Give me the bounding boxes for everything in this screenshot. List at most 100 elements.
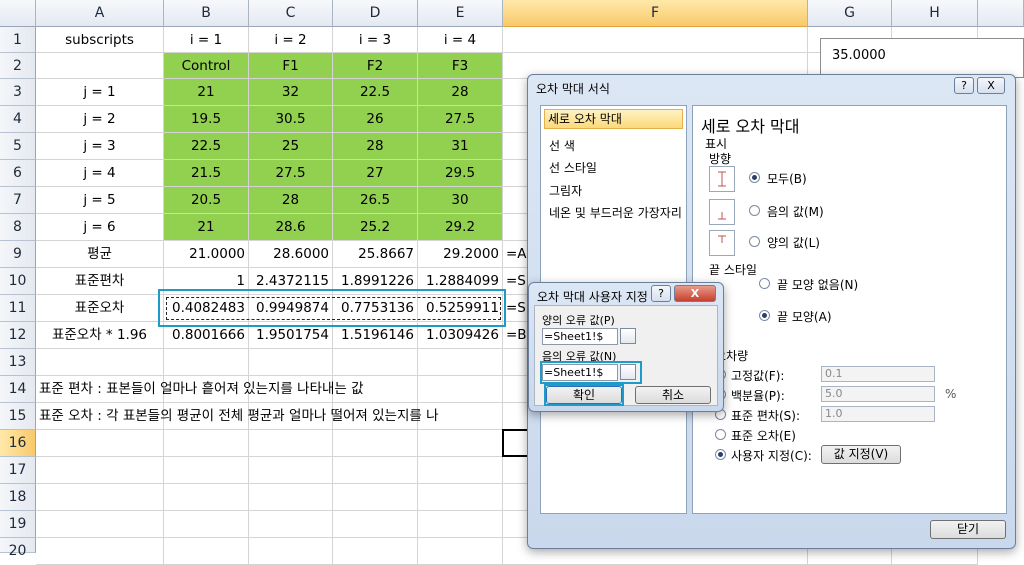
custom-help-button[interactable]: ? [651, 285, 671, 302]
cell-E3[interactable]: 28 [418, 79, 503, 106]
row-header-3[interactable]: 3 [0, 79, 36, 106]
cell[interactable] [36, 484, 164, 511]
cell[interactable] [333, 349, 418, 376]
nav-item-line-color[interactable]: 선 색 [549, 137, 575, 154]
cell-C8[interactable]: 28.6 [249, 214, 333, 241]
cell-E6[interactable]: 29.5 [418, 160, 503, 187]
cell-C1[interactable]: i = 2 [249, 27, 333, 53]
cell-E2[interactable]: F3 [418, 53, 503, 79]
positive-error-input[interactable]: =Sheet1!$ [542, 328, 618, 345]
column-header-C[interactable]: C [249, 0, 333, 27]
cell[interactable] [418, 430, 503, 457]
row-header-8[interactable]: 8 [0, 214, 36, 241]
cell[interactable] [503, 27, 808, 53]
fixed-value-field[interactable]: 0.1 [821, 366, 935, 382]
percentage-field[interactable]: 5.0 [821, 386, 935, 402]
cell-B2[interactable]: Control [164, 53, 249, 79]
cell-A4[interactable]: j = 2 [36, 106, 164, 133]
close-icon[interactable]: X [977, 77, 1005, 94]
row-header-7[interactable]: 7 [0, 187, 36, 214]
cell[interactable] [164, 484, 249, 511]
cell[interactable] [333, 484, 418, 511]
help-button[interactable]: ? [954, 77, 974, 94]
cell[interactable] [249, 484, 333, 511]
cell-A1[interactable]: subscripts [36, 27, 164, 53]
cell-B7[interactable]: 20.5 [164, 187, 249, 214]
cell[interactable] [164, 457, 249, 484]
cell-D7[interactable]: 26.5 [333, 187, 418, 214]
cell-A9[interactable]: 평균 [36, 241, 164, 268]
cell-D3[interactable]: 22.5 [333, 79, 418, 106]
column-header-H[interactable]: H [892, 0, 978, 27]
cell[interactable] [164, 511, 249, 538]
nav-item-line-style[interactable]: 선 스타일 [549, 159, 597, 176]
cell-D2[interactable]: F2 [333, 53, 418, 79]
cell-A3[interactable]: j = 1 [36, 79, 164, 106]
cell-E7[interactable]: 30 [418, 187, 503, 214]
row-header-20[interactable]: 20 [0, 538, 36, 559]
row-header-2[interactable]: 2 [0, 53, 36, 79]
cap-radio[interactable] [759, 310, 770, 321]
cell-C7[interactable]: 28 [249, 187, 333, 214]
column-header-D[interactable]: D [333, 0, 418, 27]
cell-B1[interactable]: i = 1 [164, 27, 249, 53]
cell[interactable] [36, 538, 164, 565]
cell-D5[interactable]: 28 [333, 133, 418, 160]
cell[interactable] [333, 457, 418, 484]
nav-item-vertical-error-bars[interactable]: 세로 오차 막대 [544, 109, 683, 129]
cell-A5[interactable]: j = 3 [36, 133, 164, 160]
cell-D1[interactable]: i = 3 [333, 27, 418, 53]
cell[interactable] [164, 349, 249, 376]
cell[interactable] [418, 511, 503, 538]
row-header-5[interactable]: 5 [0, 133, 36, 160]
cancel-button[interactable]: 취소 [635, 386, 711, 404]
row-header-17[interactable]: 17 [0, 457, 36, 484]
column-header-B[interactable]: B [164, 0, 249, 27]
cell-C3[interactable]: 32 [249, 79, 333, 106]
cell-A7[interactable]: j = 5 [36, 187, 164, 214]
cell-C2[interactable]: F1 [249, 53, 333, 79]
set-value-button[interactable]: 값 지정(V) [821, 445, 901, 464]
cell[interactable] [418, 349, 503, 376]
cell-E1[interactable]: i = 4 [418, 27, 503, 53]
nav-item-glow[interactable]: 네온 및 부드러운 가장자리 [549, 204, 682, 221]
cell-B3[interactable]: 21 [164, 79, 249, 106]
cell-D6[interactable]: 27 [333, 160, 418, 187]
cell-A12[interactable]: 표준오차 * 1.96 [36, 322, 164, 349]
row-header-15[interactable]: 15 [0, 403, 36, 430]
direction-plus-radio[interactable] [749, 236, 760, 247]
cell[interactable] [249, 349, 333, 376]
cell-B9[interactable]: 21.0000 [164, 241, 249, 268]
cell-C4[interactable]: 30.5 [249, 106, 333, 133]
row-header-4[interactable]: 4 [0, 106, 36, 133]
row-header-6[interactable]: 6 [0, 160, 36, 187]
row-header-11[interactable]: 11 [0, 295, 36, 322]
cell[interactable] [36, 457, 164, 484]
direction-minus-radio[interactable] [749, 205, 760, 216]
cell-A6[interactable]: j = 4 [36, 160, 164, 187]
cell[interactable] [36, 349, 164, 376]
column-header-E[interactable]: E [418, 0, 503, 27]
cell[interactable] [36, 430, 164, 457]
row-header-12[interactable]: 12 [0, 322, 36, 349]
cell-B6[interactable]: 21.5 [164, 160, 249, 187]
row-header-13[interactable]: 13 [0, 349, 36, 376]
cell-E4[interactable]: 27.5 [418, 106, 503, 133]
cell[interactable] [249, 430, 333, 457]
select-all-corner[interactable] [0, 0, 36, 27]
row-header-19[interactable]: 19 [0, 511, 36, 538]
custom-radio[interactable] [715, 449, 726, 460]
cell[interactable] [249, 538, 333, 565]
cell-B8[interactable]: 21 [164, 214, 249, 241]
cell-C9[interactable]: 28.6000 [249, 241, 333, 268]
cell[interactable] [164, 538, 249, 565]
row-header-1[interactable]: 1 [0, 27, 36, 53]
cell-E5[interactable]: 31 [418, 133, 503, 160]
no-cap-radio[interactable] [759, 278, 770, 289]
cell[interactable] [418, 484, 503, 511]
cell[interactable] [418, 538, 503, 565]
cell-A8[interactable]: j = 6 [36, 214, 164, 241]
custom-close-icon[interactable]: X [674, 285, 716, 302]
cell[interactable] [333, 430, 418, 457]
column-header-G[interactable]: G [808, 0, 892, 27]
